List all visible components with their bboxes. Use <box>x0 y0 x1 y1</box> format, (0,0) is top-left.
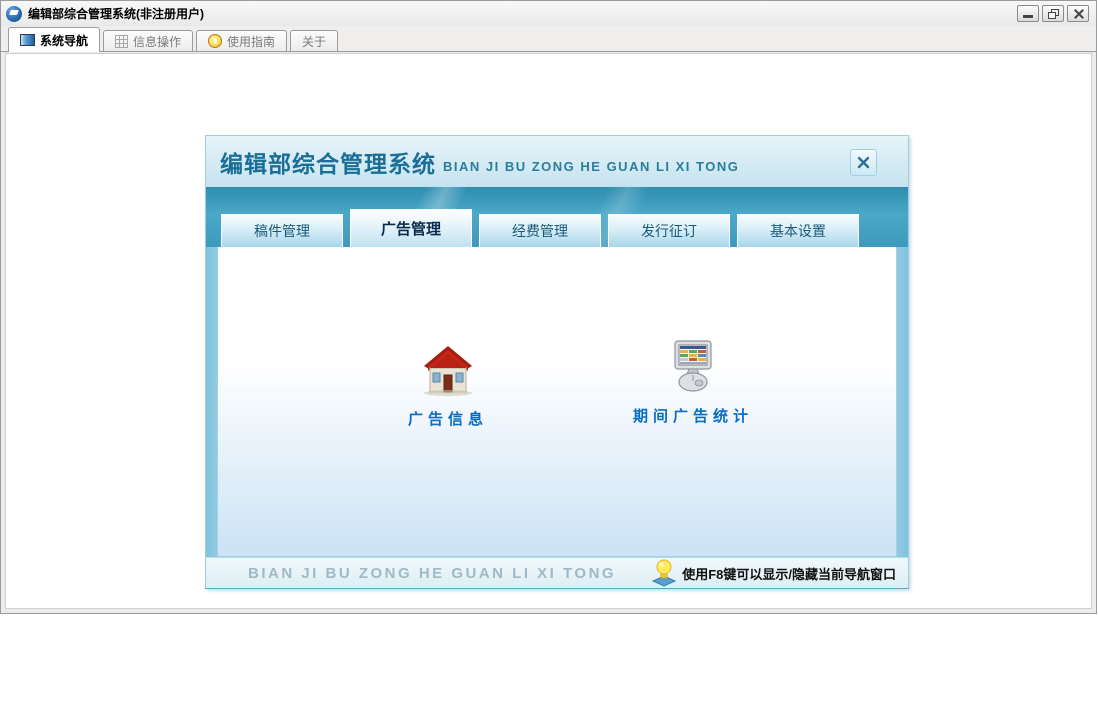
dialog-title: 编辑部综合管理系统 <box>220 150 436 177</box>
nav-square-icon <box>20 34 35 46</box>
navigation-dialog: 编辑部综合管理系统 BIAN JI BU ZONG HE GUAN LI XI … <box>205 135 909 589</box>
tab-label: 信息操作 <box>133 34 182 49</box>
computer-icon <box>598 339 788 393</box>
dialog-tab-label: 基本设置 <box>770 223 826 239</box>
main-tabstrip: 系统导航 信息操作 使用指南 关于 <box>1 26 1096 52</box>
dialog-tabband: 稿件管理 广告管理 经费管理 发行征订 基本设置 <box>206 187 908 247</box>
close-x-icon <box>857 156 870 169</box>
dialog-close-button[interactable] <box>850 149 877 176</box>
shortcut-ad-info[interactable]: 广告信息 <box>353 342 543 429</box>
grid-icon <box>115 34 129 48</box>
tab-label: 关于 <box>302 34 327 49</box>
dialog-title-pinyin: BIAN JI BU ZONG HE GUAN LI XI TONG <box>443 158 740 174</box>
shortcut-label: 期间广告统计 <box>632 408 753 425</box>
dialog-footer: BIAN JI BU ZONG HE GUAN LI XI TONG 使用F8键… <box>206 557 908 588</box>
window-title: 编辑部综合管理系统(非注册用户) <box>28 7 204 21</box>
dialog-tab-label: 广告管理 <box>380 221 441 238</box>
restore-button[interactable] <box>1042 5 1064 22</box>
guide-icon <box>208 34 223 48</box>
dialog-tab-label: 经费管理 <box>512 223 568 239</box>
dialog-tab-distribution[interactable]: 发行征订 <box>608 214 730 247</box>
dialog-header: 编辑部综合管理系统 BIAN JI BU ZONG HE GUAN LI XI … <box>206 136 908 187</box>
close-button[interactable] <box>1067 5 1089 22</box>
dialog-tab-funds[interactable]: 经费管理 <box>479 214 601 247</box>
dialog-tab-settings[interactable]: 基本设置 <box>737 214 859 247</box>
dialog-tab-manuscript[interactable]: 稿件管理 <box>221 214 343 247</box>
footer-tip: 使用F8键可以显示/隐藏当前导航窗口 <box>651 559 896 587</box>
titlebar: 编辑部综合管理系统(非注册用户) <box>1 1 1096 26</box>
shortcut-label: 广告信息 <box>407 411 488 428</box>
app-logo-icon <box>6 5 22 22</box>
footer-pinyin-text: BIAN JI BU ZONG HE GUAN LI XI TONG <box>248 564 617 582</box>
dialog-tab-label: 稿件管理 <box>254 223 310 239</box>
shortcut-period-ad-stats[interactable]: 期间广告统计 <box>598 339 788 426</box>
dialog-content: 广告信息 期间广告统计 <box>217 247 897 557</box>
house-icon <box>353 342 543 396</box>
window-controls <box>1017 5 1091 22</box>
minimize-button[interactable] <box>1017 5 1039 22</box>
tab-about[interactable]: 关于 <box>290 30 339 51</box>
tab-info-operation[interactable]: 信息操作 <box>103 30 194 51</box>
lightbulb-icon <box>651 559 677 587</box>
dialog-body: 广告信息 期间广告统计 <box>206 247 908 557</box>
tab-label: 使用指南 <box>227 34 276 49</box>
minimize-icon <box>1023 15 1033 18</box>
footer-tip-text: 使用F8键可以显示/隐藏当前导航窗口 <box>682 566 896 582</box>
tab-label: 系统导航 <box>40 33 89 48</box>
dialog-tab-label: 发行征订 <box>641 223 697 239</box>
dialog-tab-advertising[interactable]: 广告管理 <box>350 209 472 247</box>
tab-user-guide[interactable]: 使用指南 <box>196 30 288 51</box>
tab-system-navigation[interactable]: 系统导航 <box>8 27 101 52</box>
